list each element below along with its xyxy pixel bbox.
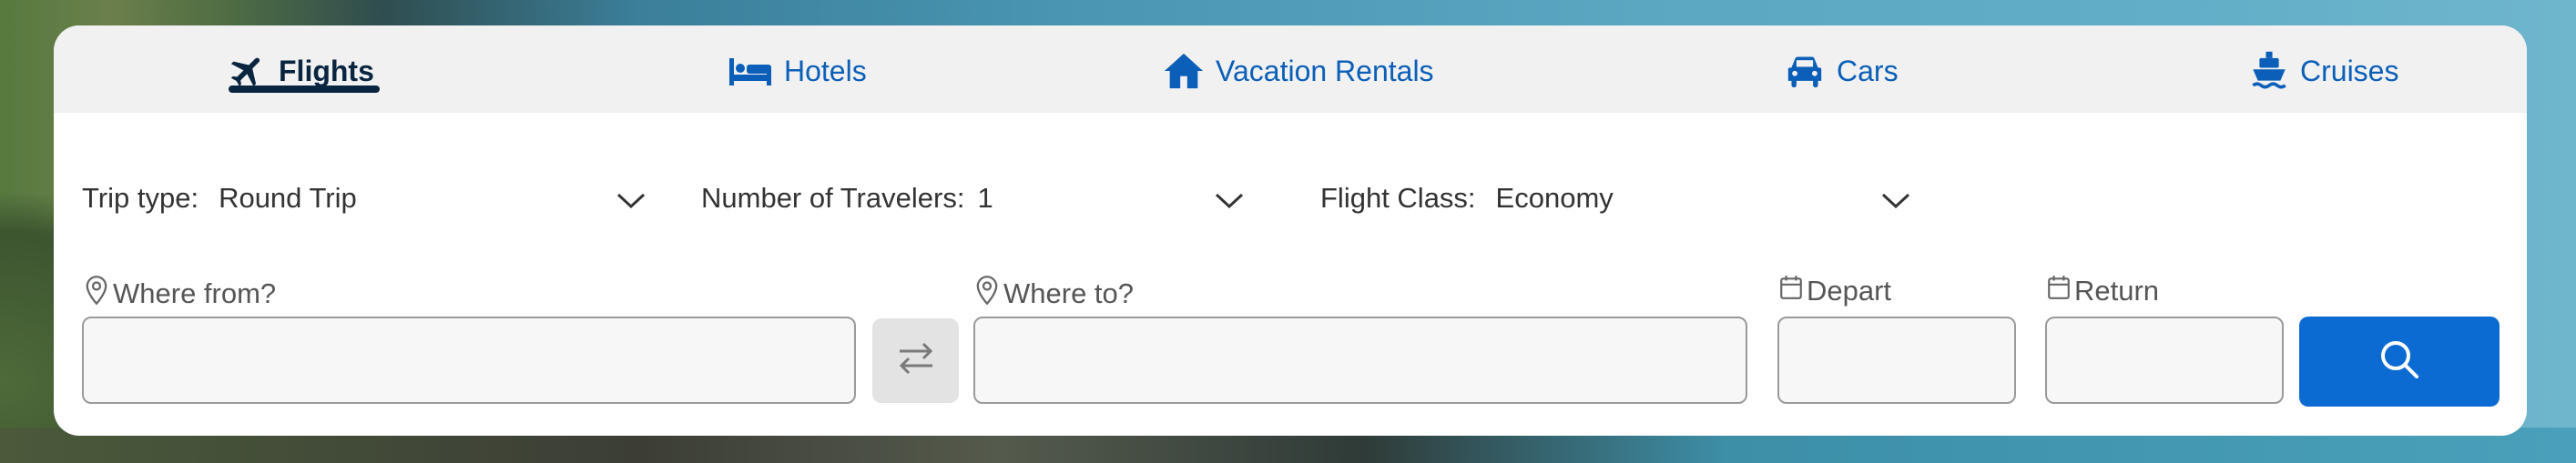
depart-label: Depart: [1779, 275, 1891, 307]
flight-class-select[interactable]: Flight Class: Economy: [1320, 180, 1910, 216]
bed-icon: [728, 55, 773, 87]
where-to-input[interactable]: [973, 317, 1747, 404]
calendar-icon: [2047, 275, 2071, 307]
search-icon: [2377, 337, 2421, 386]
calendar-icon: [1779, 275, 1803, 307]
return-date-input[interactable]: [2045, 317, 2284, 404]
trip-type-label: Trip type:: [82, 182, 199, 214]
tab-cruises[interactable]: Cruises: [2249, 44, 2398, 98]
location-pin-icon: [84, 275, 109, 313]
tab-label: Vacation Rentals: [1216, 54, 1434, 87]
swap-arrows-icon: [896, 340, 936, 381]
trip-type-select[interactable]: Trip type: Round Trip: [82, 180, 647, 216]
swap-locations-button[interactable]: [872, 318, 959, 403]
search-panel: Flights Hotels Vacation Rentals Cars Cru…: [54, 25, 2527, 436]
location-pin-icon: [974, 275, 1000, 313]
flight-class-value: Economy: [1495, 182, 1614, 214]
chevron-down-icon: [1214, 186, 1245, 218]
travelers-select[interactable]: Number of Travelers: 1: [701, 180, 1266, 216]
where-from-label: Where from?: [84, 275, 276, 313]
chevron-down-icon: [1880, 186, 1911, 218]
tab-label: Cars: [1837, 54, 1899, 87]
depart-date-input[interactable]: [1777, 317, 2016, 404]
ship-icon: [2249, 50, 2289, 92]
where-to-label: Where to?: [974, 275, 1134, 313]
tab-label: Flights: [279, 54, 374, 87]
tab-label: Cruises: [2300, 54, 2399, 87]
tab-vacation-rentals[interactable]: Vacation Rentals: [1163, 44, 1434, 98]
tab-hotels[interactable]: Hotels: [728, 44, 867, 98]
chevron-down-icon: [616, 186, 647, 218]
tab-label: Hotels: [784, 54, 867, 87]
house-icon: [1163, 50, 1205, 92]
active-tab-indicator: [229, 86, 380, 93]
tab-bar: Flights Hotels Vacation Rentals Cars Cru…: [54, 25, 2527, 113]
where-from-input[interactable]: [82, 317, 856, 404]
search-button[interactable]: [2299, 317, 2500, 407]
flight-class-label: Flight Class:: [1320, 182, 1476, 214]
car-icon: [1784, 53, 1826, 89]
trip-type-value: Round Trip: [219, 182, 357, 214]
return-label: Return: [2047, 275, 2159, 307]
travelers-value: 1: [977, 182, 993, 214]
travelers-label: Number of Travelers:: [701, 182, 965, 214]
tab-cars[interactable]: Cars: [1784, 44, 1899, 98]
